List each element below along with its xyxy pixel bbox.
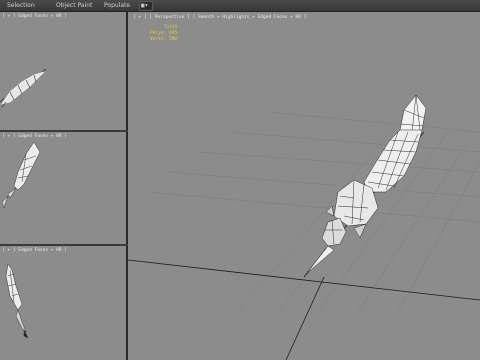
ribbon-bar: Selection Object Paint Populate ▣▾ (0, 0, 480, 12)
viewport-bot-left[interactable]: [ + ] Edged Faces + HR ] (0, 246, 128, 360)
rocket-model-front (5, 263, 29, 339)
grid-axes (128, 131, 480, 360)
viewport-mid-left[interactable]: [ + ] Edged Faces + HR ] (0, 132, 128, 244)
menu-object-paint[interactable]: Object Paint (56, 1, 92, 10)
viewport-perspective[interactable]: [ + ] [ Perspective ] [ Smooth + Highlig… (128, 12, 480, 360)
camera-dropdown[interactable]: ▣▾ (139, 1, 153, 11)
rocket-model-top (0, 68, 47, 108)
rocket-model-side (1, 141, 41, 209)
viewport-top-left[interactable]: [ + ] Edged Faces + HR ] (0, 12, 128, 130)
perspective-scene (128, 94, 480, 360)
camera-icon: ▣▾ (141, 2, 149, 9)
menu-selection[interactable]: Selection (7, 1, 35, 10)
menu-populate[interactable]: Populate (104, 1, 130, 10)
grid (147, 111, 480, 313)
